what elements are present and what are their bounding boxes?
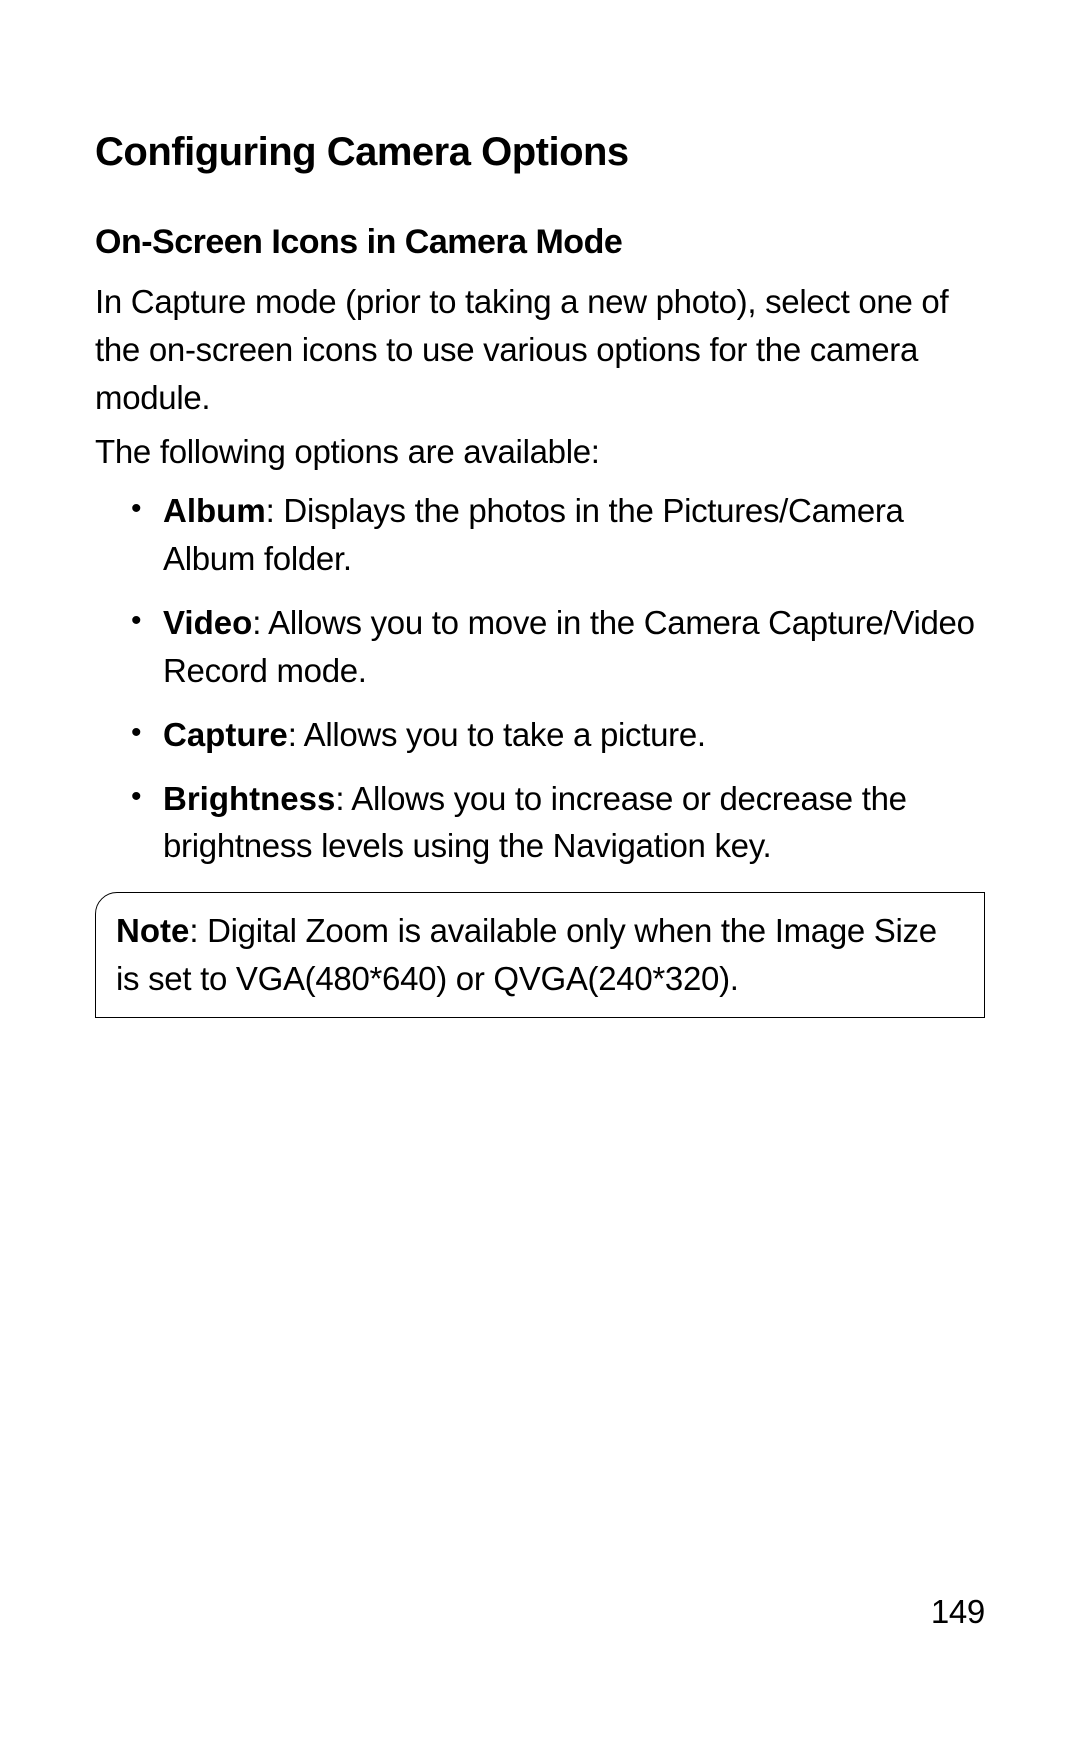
intro-paragraph: In Capture mode (prior to taking a new p… [95, 278, 985, 422]
list-item: Album: Displays the photos in the Pictur… [163, 487, 985, 583]
option-label: Capture [163, 716, 288, 753]
option-label: Brightness [163, 780, 335, 817]
list-item: Capture: Allows you to take a picture. [163, 711, 985, 759]
page-number: 149 [931, 1593, 985, 1631]
subsection-title: On-Screen Icons in Camera Mode [95, 223, 985, 262]
options-intro: The following options are available: [95, 428, 985, 476]
note-text: : Digital Zoom is available only when th… [116, 912, 937, 997]
option-description: : Displays the photos in the Pictures/Ca… [163, 492, 904, 577]
option-description: : Allows you to take a picture. [288, 716, 706, 753]
option-label: Album [163, 492, 266, 529]
note-box: Note: Digital Zoom is available only whe… [95, 892, 985, 1018]
options-list: Album: Displays the photos in the Pictur… [95, 487, 985, 870]
option-description: : Allows you to move in the Camera Captu… [163, 604, 975, 689]
list-item: Video: Allows you to move in the Camera … [163, 599, 985, 695]
section-title: Configuring Camera Options [95, 130, 985, 175]
note-label: Note [116, 912, 189, 949]
list-item: Brightness: Allows you to increase or de… [163, 775, 985, 871]
option-label: Video [163, 604, 252, 641]
